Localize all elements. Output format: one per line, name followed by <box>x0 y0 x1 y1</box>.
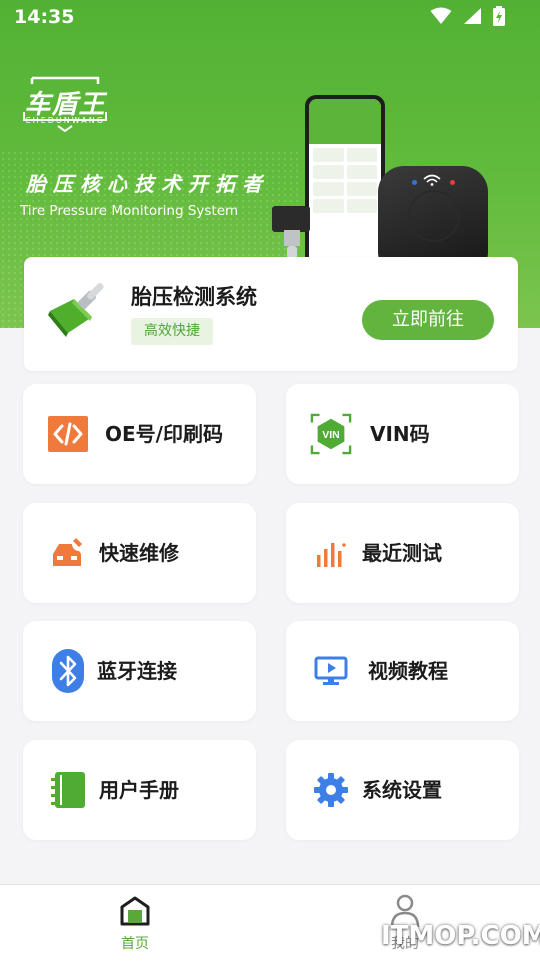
menu-tile-recent-tests[interactable]: 最近测试 <box>286 503 519 603</box>
hero-slogan-english: Tire Pressure Monitoring System <box>20 203 239 219</box>
go-now-button[interactable]: 立即前往 <box>362 300 494 340</box>
feature-card-tag: 高效快捷 <box>131 318 213 345</box>
menu-tile-bluetooth[interactable]: 蓝牙连接 <box>23 621 256 721</box>
menu-label: OE号/印刷码 <box>105 422 223 446</box>
menu-tile-system-settings[interactable]: 系统设置 <box>286 740 519 840</box>
brand-logo: 车盾王 CHEDUNWANG <box>18 76 112 132</box>
bluetooth-icon <box>47 649 89 693</box>
menu-label: 视频教程 <box>368 659 448 683</box>
menu-tile-oe-code[interactable]: OE号/印刷码 <box>23 384 256 484</box>
status-time: 14:35 <box>14 6 75 28</box>
wifi-icon <box>430 7 452 24</box>
svg-text:VIN: VIN <box>322 429 340 441</box>
menu-tile-video-tutorial[interactable]: 视频教程 <box>286 621 519 721</box>
battery-charging-icon <box>493 6 505 26</box>
menu-label: 蓝牙连接 <box>97 659 177 683</box>
manual-icon <box>47 768 89 812</box>
hero-slogan: 胎压核心技术开拓者 <box>26 172 269 196</box>
logo-subtext: CHEDUNWANG <box>25 116 105 125</box>
nav-home[interactable]: 首页 <box>85 885 185 961</box>
status-bar: 14:35 <box>0 0 540 34</box>
menu-label: 快速维修 <box>99 541 179 565</box>
nav-home-label: 首页 <box>121 936 149 952</box>
menu-label: 最近测试 <box>362 541 442 565</box>
tpms-sensor-icon <box>48 283 104 337</box>
menu-label: 系统设置 <box>362 778 442 802</box>
home-icon <box>120 896 150 926</box>
phone-illustration <box>305 95 385 273</box>
monitor-icon <box>310 649 352 693</box>
feature-card-title: 胎压检测系统 <box>131 285 257 309</box>
menu-tile-quick-repair[interactable]: 快速维修 <box>23 503 256 603</box>
menu-label: 用户手册 <box>99 778 179 802</box>
gear-icon <box>310 768 352 812</box>
menu-label: VIN码 <box>370 422 430 446</box>
repair-car-icon <box>47 531 89 575</box>
menu-tile-user-manual[interactable]: 用户手册 <box>23 740 256 840</box>
menu-tile-vin[interactable]: VIN VIN码 <box>286 384 519 484</box>
signal-icon <box>464 8 481 24</box>
tpms-feature-card[interactable]: 胎压检测系统 高效快捷 立即前往 <box>24 257 518 371</box>
vin-icon: VIN <box>310 412 352 456</box>
watermark: ITMOP.COM <box>381 921 540 951</box>
bar-chart-icon <box>310 531 352 575</box>
code-icon <box>47 412 89 456</box>
